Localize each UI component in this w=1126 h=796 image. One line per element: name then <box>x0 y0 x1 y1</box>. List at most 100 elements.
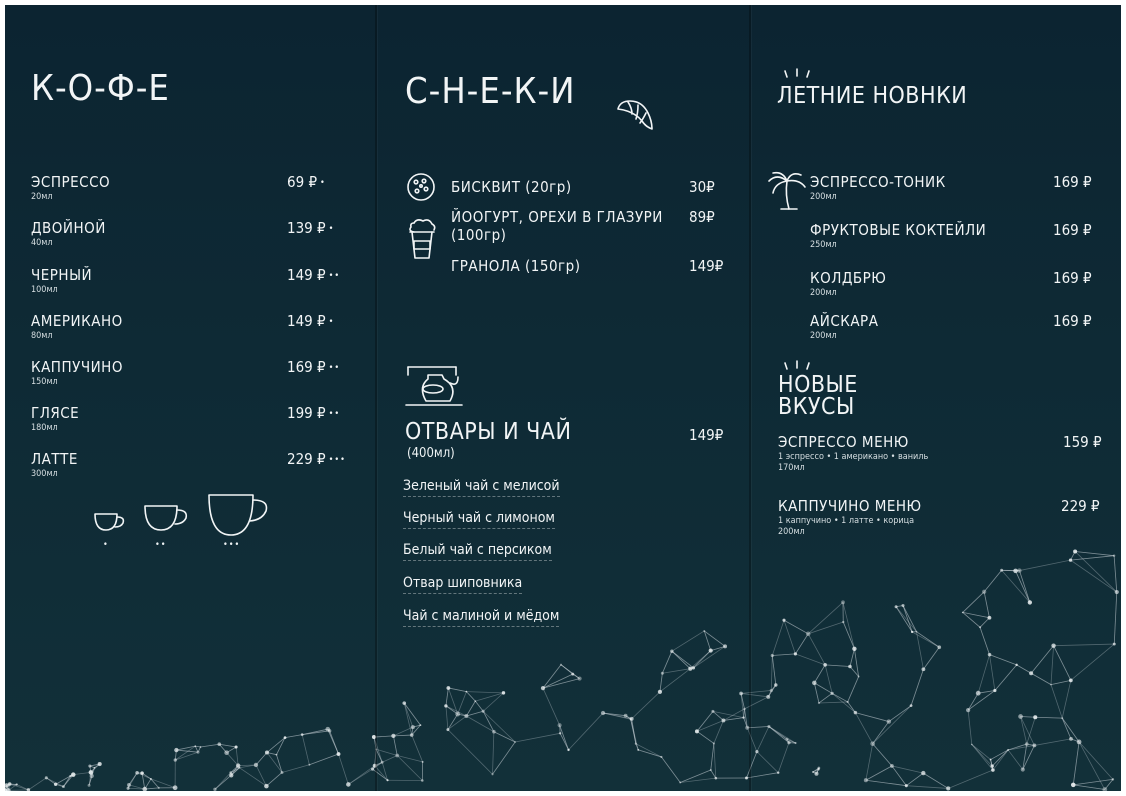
price-value: 139 ₽ <box>287 219 326 237</box>
item-name: КАППУЧИНО <box>31 358 123 376</box>
snacks-panel: С-Н-Е-К-И БИСКВИТ (20гр) 30₽ ЙООГУРТ, ОР… <box>377 5 749 791</box>
snack-item: ЙООГУРТ, ОРЕХИ В ГЛАЗУРИ (100гр) <box>451 208 663 244</box>
strength-dots: •• <box>328 271 341 281</box>
sparkle-icon <box>784 68 810 78</box>
tea-item: Отвар шиповника <box>403 575 523 594</box>
item-volume: 200мл <box>810 288 837 298</box>
item-price: 169 ₽ •• <box>287 358 340 376</box>
coffee-item: ЭСПРЕССО 20мл <box>31 173 110 202</box>
combo-item: ЭСПРЕССО МЕНЮ 1 эспрессо • 1 американо •… <box>778 433 928 473</box>
item-volume: 200мл <box>778 527 805 537</box>
cookie-icon <box>407 173 435 201</box>
coffee-panel: К-О-Ф-Е ЭСПРЕССО 20мл 69 ₽ • ДВОЙНОЙ 40мл… <box>5 5 375 791</box>
new-flavors-title-line: НОВЫЕ <box>778 372 858 398</box>
medium-cup-icon <box>144 505 188 531</box>
item-volume: 200мл <box>810 192 837 202</box>
coffee-item: АМЕРИКАНО 80мл <box>31 312 123 341</box>
item-description: 1 каппучино • 1 латте • корица <box>778 516 915 526</box>
tea-item: Черный чай с лимоном <box>403 510 555 529</box>
cup-size-dots: • <box>103 540 108 550</box>
palm-tree-icon <box>768 171 806 210</box>
item-name: ЛАТТЕ <box>31 450 78 468</box>
item-name: АЙСКАРА <box>810 312 879 330</box>
item-price: 169 ₽ <box>1053 312 1092 330</box>
summer-item: ФРУКТОВЫЕ КОКТЕЙЛИ 250мл <box>810 221 986 250</box>
item-volume: 150мл <box>31 377 58 387</box>
item-price: 149 ₽ • <box>287 312 334 330</box>
item-volume: 300мл <box>31 469 58 479</box>
coffee-item: ЧЕРНЫЙ 100мл <box>31 266 92 295</box>
item-price: 139 ₽ • <box>287 219 334 237</box>
strength-dots: •• <box>328 409 341 419</box>
yogurt-cup-icon <box>409 219 436 259</box>
summer-panel: ЛЕТНИЕ НОВНКИ ЭСПРЕССО-ТОНИК 200мл 169 ₽… <box>751 5 1121 791</box>
croissant-icon <box>617 100 653 130</box>
tea-item: Белый чай с персиком <box>403 542 552 561</box>
coffee-item: КАППУЧИНО 150мл <box>31 358 123 387</box>
cup-size-dots: •• <box>155 540 167 550</box>
menu-page: К-О-Ф-Е ЭСПРЕССО 20мл 69 ₽ • ДВОЙНОЙ 40мл… <box>5 5 1121 791</box>
item-name: ДВОЙНОЙ <box>31 219 106 237</box>
new-flavors-title: НОВЫЕ ВКУСЫ <box>778 372 858 420</box>
item-name: БИСКВИТ (20гр) <box>451 178 572 196</box>
snack-item: БИСКВИТ (20гр) <box>451 178 572 196</box>
strength-dots: •• <box>328 363 341 373</box>
item-name: ГЛЯСЕ <box>31 404 80 422</box>
summer-item: ЭСПРЕССО-ТОНИК 200мл <box>810 173 946 202</box>
snack-item: ГРАНОЛА (150гр) <box>451 257 580 275</box>
item-name: АМЕРИКАНО <box>31 312 123 330</box>
coffee-item: ГЛЯСЕ 180мл <box>31 404 79 433</box>
tea-title: ОТВАРЫ И ЧАЙ <box>405 419 572 445</box>
small-cup-icon <box>94 513 125 531</box>
item-price: 149₽ <box>689 257 724 275</box>
price-value: 229 ₽ <box>287 450 326 468</box>
item-price: 169 ₽ <box>1053 269 1092 287</box>
teapot-icon <box>405 366 463 406</box>
tea-item: Зеленый чай с мелисой <box>403 478 560 497</box>
item-name: ЭСПРЕССО <box>31 173 111 191</box>
strength-dots: • <box>328 224 335 234</box>
item-name: КАППУЧИНО МЕНЮ <box>778 497 922 515</box>
coffee-item: ЛАТТЕ 300мл <box>31 450 78 479</box>
item-name: ЭСПРЕССО МЕНЮ <box>778 433 909 451</box>
price-value: 199 ₽ <box>287 404 326 422</box>
item-volume: 100мл <box>31 285 58 295</box>
item-volume: 20мл <box>31 192 53 202</box>
item-volume: 80мл <box>31 331 53 341</box>
strength-dots: • <box>328 317 335 327</box>
item-price: 199 ₽ •• <box>287 404 340 422</box>
item-price: 229 ₽ ••• <box>287 450 346 468</box>
item-name: ФРУКТОВЫЕ КОКТЕЙЛИ <box>810 221 987 239</box>
coffee-title: К-О-Ф-Е <box>31 68 170 109</box>
item-price: 89₽ <box>689 208 715 226</box>
item-price: 30₽ <box>689 178 715 196</box>
snacks-title: С-Н-Е-К-И <box>405 71 576 112</box>
item-name: ЧЕРНЫЙ <box>31 266 93 284</box>
large-cup-icon <box>208 494 268 536</box>
tea-volume: (400мл) <box>407 446 455 461</box>
price-value: 149 ₽ <box>287 266 326 284</box>
item-name-cont: (100гр) <box>451 226 507 244</box>
item-description: 1 эспрессо • 1 американо • ваниль <box>778 452 929 462</box>
item-name: ЭСПРЕССО-ТОНИК <box>810 173 946 191</box>
item-volume: 170мл <box>778 463 805 473</box>
price-value: 69 ₽ <box>287 173 318 191</box>
strength-dots: • <box>320 178 326 188</box>
item-price: 229 ₽ <box>1061 497 1100 515</box>
summer-item: КОЛДБРЮ 200мл <box>810 269 886 298</box>
item-name: ГРАНОЛА (150гр) <box>451 257 581 275</box>
item-price: 69 ₽ • <box>287 173 326 191</box>
combo-item: КАППУЧИНО МЕНЮ 1 каппучино • 1 латте • к… <box>778 497 922 537</box>
new-flavors-title-line: ВКУСЫ <box>778 394 855 420</box>
sparkle-icon <box>784 360 810 370</box>
summer-title: ЛЕТНИЕ НОВНКИ <box>777 83 968 109</box>
tea-price: 149₽ <box>689 426 724 444</box>
coffee-item: ДВОЙНОЙ 40мл <box>31 219 106 248</box>
item-volume: 200мл <box>810 331 837 341</box>
item-volume: 40мл <box>31 238 53 248</box>
item-volume: 180мл <box>31 423 58 433</box>
item-volume: 250мл <box>810 240 837 250</box>
item-price: 169 ₽ <box>1053 221 1092 239</box>
item-name: КОЛДБРЮ <box>810 269 887 287</box>
tea-item: Чай с малиной и мёдом <box>403 608 560 627</box>
